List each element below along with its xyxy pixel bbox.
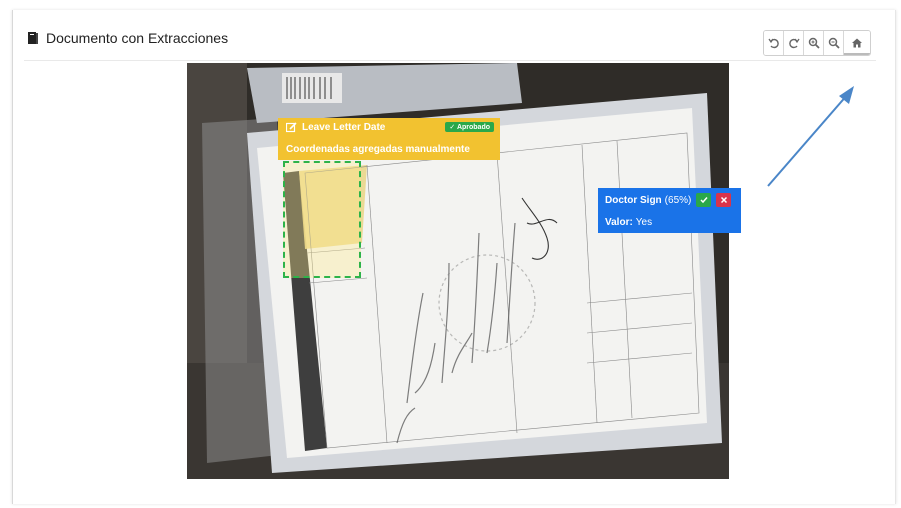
close-icon — [720, 196, 727, 204]
value-label: Valor: — [605, 217, 633, 228]
rotate-left-button[interactable] — [764, 31, 784, 55]
annotation-arrow-icon — [767, 86, 854, 187]
approved-badge: ✓ Aprobado — [445, 122, 494, 132]
extraction-note: Coordenadas agregadas manualmente — [286, 144, 470, 155]
rotate-right-icon — [788, 38, 800, 49]
leave-letter-date-region[interactable] — [283, 161, 361, 278]
zoom-out-icon — [828, 37, 840, 49]
zoom-in-icon — [808, 37, 820, 49]
edit-icon — [286, 122, 297, 133]
document-icon — [28, 32, 38, 44]
extraction-title: Doctor Sign — [605, 195, 662, 206]
header-divider — [24, 60, 876, 61]
page-title: Documento con Extracciones — [46, 30, 229, 46]
check-icon — [699, 197, 708, 204]
panel-header: Documento con Extracciones — [28, 30, 228, 46]
home-icon — [852, 38, 862, 48]
rotate-right-button[interactable] — [784, 31, 804, 55]
reject-button[interactable] — [716, 193, 731, 207]
extraction-value: Yes — [635, 217, 653, 228]
zoom-out-button[interactable] — [824, 31, 844, 55]
doctor-sign-extraction[interactable]: Doctor Sign (65%) Valor: Yes — [598, 188, 741, 233]
extraction-title: Leave Letter Date — [302, 122, 386, 133]
zoom-in-button[interactable] — [804, 31, 824, 55]
home-button[interactable] — [844, 31, 870, 55]
confidence-value: (65%) — [664, 195, 692, 206]
rotate-left-icon — [767, 38, 779, 49]
accept-button[interactable] — [696, 193, 711, 207]
leave-letter-date-extraction[interactable]: Leave Letter Date ✓ Aprobado Coordenadas… — [278, 118, 500, 160]
viewer-toolbar — [763, 30, 871, 56]
